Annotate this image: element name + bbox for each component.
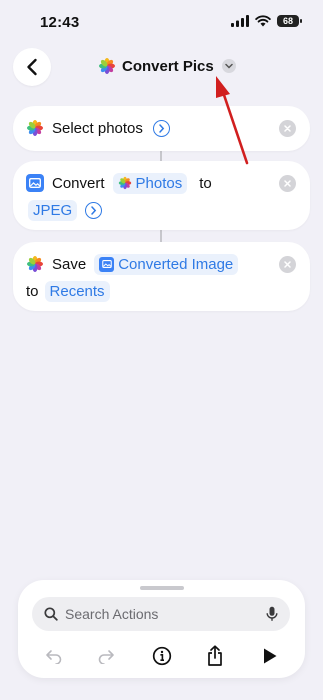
signal-icon <box>231 15 249 27</box>
input-variable-label: Photos <box>135 174 183 192</box>
redo-button[interactable] <box>94 644 118 668</box>
action-verb: Convert <box>52 174 105 192</box>
action-line: Convert Photos to <box>26 169 218 197</box>
action-card-select-photos[interactable]: Select photos <box>13 106 310 151</box>
battery-indicator: 68 <box>277 15 302 27</box>
remove-icon <box>284 180 291 187</box>
expand-action-button[interactable] <box>152 119 170 137</box>
info-icon <box>152 646 172 666</box>
action-line: JPEG <box>26 196 103 224</box>
search-icon <box>44 607 58 621</box>
photo-icon <box>99 256 115 272</box>
chevron-down-icon <box>224 63 233 69</box>
photos-app-icon <box>99 58 115 74</box>
input-variable-token[interactable]: Photos <box>112 172 188 194</box>
remove-action-button[interactable] <box>279 120 296 137</box>
action-connector <box>160 151 162 161</box>
status-time: 12:43 <box>40 14 80 31</box>
back-button[interactable] <box>13 48 51 86</box>
info-button[interactable] <box>150 644 174 668</box>
microphone-icon[interactable] <box>266 606 278 622</box>
shortcut-title-menu[interactable]: Convert Pics <box>98 57 236 75</box>
status-icons: 68 <box>231 15 302 27</box>
action-card-save[interactable]: Save Converted Image to Recents <box>13 242 310 311</box>
action-joiner: to <box>199 174 212 192</box>
format-label: JPEG <box>33 201 73 219</box>
photos-app-icon <box>27 256 43 272</box>
share-button[interactable] <box>203 644 227 668</box>
action-line: Select photos <box>26 114 170 142</box>
photos-app-icon <box>118 176 131 190</box>
photo-icon <box>26 174 44 192</box>
remove-icon <box>284 125 291 132</box>
panel-grabber[interactable] <box>140 586 184 590</box>
remove-icon <box>284 261 291 268</box>
undo-icon <box>46 650 62 664</box>
action-label: Select photos <box>52 119 143 137</box>
search-placeholder: Search Actions <box>65 606 159 622</box>
run-button[interactable] <box>258 644 282 668</box>
shortcut-title: Convert Pics <box>122 57 214 75</box>
action-joiner: to <box>26 282 39 300</box>
play-icon <box>264 648 277 664</box>
album-label: Recents <box>49 282 105 300</box>
editor-toolbar <box>18 640 305 670</box>
expand-action-button[interactable] <box>85 201 103 219</box>
remove-action-button[interactable] <box>279 256 296 273</box>
circle-chevron-right-icon <box>159 123 165 133</box>
album-token[interactable]: Recents <box>44 280 110 302</box>
action-connector <box>160 230 162 242</box>
wifi-icon <box>255 15 271 27</box>
actions-panel: Search Actions <box>18 580 305 678</box>
input-variable-token[interactable]: Converted Image <box>94 253 239 275</box>
search-actions-field[interactable]: Search Actions <box>32 597 290 631</box>
photos-app-icon <box>27 120 43 136</box>
action-card-convert[interactable]: Convert Photos to JPEG <box>13 161 310 230</box>
action-line: Save Converted Image <box>26 250 246 278</box>
action-verb: Save <box>52 255 87 273</box>
title-dropdown-button[interactable] <box>221 59 236 73</box>
remove-action-button[interactable] <box>279 175 296 192</box>
status-bar: 12:43 68 <box>0 0 323 46</box>
chevron-left-icon <box>27 58 37 76</box>
action-line: to Recents <box>26 277 118 305</box>
share-icon <box>208 645 222 666</box>
undo-button[interactable] <box>42 644 66 668</box>
format-token[interactable]: JPEG <box>28 199 78 221</box>
input-variable-label: Converted Image <box>118 255 234 273</box>
circle-chevron-right-icon <box>91 205 97 215</box>
redo-icon <box>98 650 114 664</box>
